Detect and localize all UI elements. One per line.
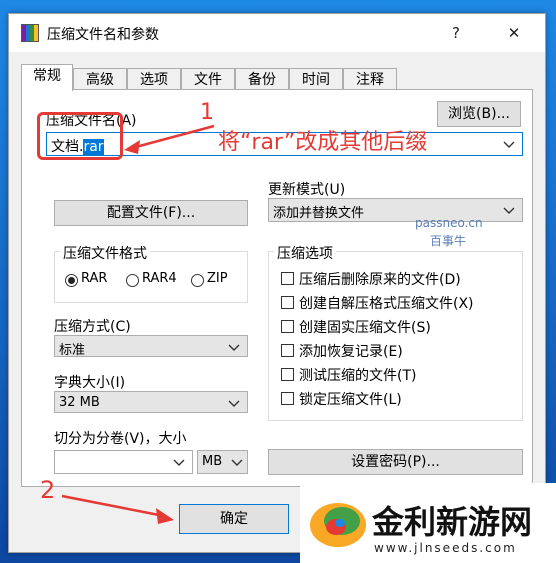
site-logo-text: 金利新游网 <box>372 503 533 541</box>
update-mode-value: 添加并替换文件 <box>273 206 365 221</box>
format-group-title: 压缩文件格式 <box>60 243 150 263</box>
tab-backup[interactable]: 备份 <box>235 68 289 90</box>
format-zip-radio[interactable] <box>191 274 204 287</box>
chevron-down-icon <box>231 459 243 466</box>
option-delete-after-label: 压缩后删除原来的文件(D) <box>299 272 461 288</box>
method-label: 压缩方式(C) <box>54 319 131 335</box>
annotation-number-1: 1 <box>200 100 214 125</box>
option-solid-checkbox[interactable] <box>281 320 294 333</box>
watermark-domain: passneo.cn <box>415 216 483 230</box>
site-logo-banner: 金利新游网 www.jlnseeds.com <box>300 483 556 563</box>
site-logo-icon <box>310 503 366 547</box>
chevron-down-icon <box>173 459 185 466</box>
option-recovery-checkbox[interactable] <box>281 344 294 357</box>
dialog-window: 压缩文件名和参数 ? ✕ 常规 高级 选项 文件 备份 时间 注释 压缩文件名(… <box>8 13 546 553</box>
option-test-checkbox[interactable] <box>281 368 294 381</box>
tab-general[interactable]: 常规 <box>21 64 73 91</box>
close-button[interactable]: ✕ <box>499 20 529 46</box>
chevron-down-icon <box>503 141 515 148</box>
browse-button[interactable]: 浏览(B)... <box>437 101 521 127</box>
chevron-down-icon <box>503 207 515 214</box>
chevron-down-icon <box>228 344 240 351</box>
site-logo-url: www.jlnseeds.com <box>374 541 517 555</box>
winrar-app-icon <box>21 24 39 42</box>
option-delete-after-checkbox[interactable] <box>281 272 294 285</box>
annotation-instruction: 将“rar”改成其他后缀 <box>218 130 428 155</box>
annotation-highlight-box <box>37 112 123 160</box>
format-rar4-radio[interactable] <box>126 274 139 287</box>
tab-comment[interactable]: 注释 <box>343 68 397 90</box>
option-lock-checkbox[interactable] <box>281 392 294 405</box>
window-title: 压缩文件名和参数 <box>47 27 159 43</box>
method-select[interactable]: 标准 <box>54 335 248 358</box>
tab-time[interactable]: 时间 <box>289 68 343 90</box>
method-value: 标准 <box>59 343 86 358</box>
watermark-brand: 百事牛 <box>430 234 467 248</box>
dict-size-value: 32 MB <box>59 395 100 410</box>
set-password-button[interactable]: 设置密码(P)... <box>268 449 523 475</box>
split-label: 切分为分卷(V)，大小 <box>54 431 187 447</box>
option-solid-label: 创建固实压缩文件(S) <box>299 320 431 336</box>
update-mode-label: 更新模式(U) <box>268 182 346 198</box>
update-mode-select[interactable]: 添加并替换文件 <box>268 198 523 222</box>
dict-size-select[interactable]: 32 MB <box>54 391 248 413</box>
option-recovery-label: 添加恢复记录(E) <box>299 344 403 360</box>
tab-advanced[interactable]: 高级 <box>73 68 127 90</box>
format-zip-label: ZIP <box>207 271 228 286</box>
format-rar-radio[interactable] <box>65 274 78 287</box>
format-rar4-label: RAR4 <box>142 271 177 286</box>
annotation-arrow-2-icon <box>61 494 174 524</box>
ok-button[interactable]: 确定 <box>179 504 289 534</box>
option-lock-label: 锁定压缩文件(L) <box>299 392 402 408</box>
format-rar-label: RAR <box>81 271 108 286</box>
option-sfx-label: 创建自解压格式压缩文件(X) <box>299 296 474 312</box>
tab-options[interactable]: 选项 <box>127 68 181 90</box>
option-sfx-checkbox[interactable] <box>281 296 294 309</box>
split-unit-value: MB <box>202 454 223 469</box>
split-size-input[interactable] <box>54 450 193 474</box>
title-bar: 压缩文件名和参数 ? ✕ <box>9 14 545 52</box>
help-button[interactable]: ? <box>441 20 471 46</box>
option-test-label: 测试压缩的文件(T) <box>299 368 417 384</box>
split-unit-select[interactable]: MB <box>197 450 248 474</box>
annotation-number-2: 2 <box>40 476 56 504</box>
options-group-title: 压缩选项 <box>274 243 336 263</box>
profile-button[interactable]: 配置文件(F)... <box>54 200 248 226</box>
chevron-down-icon <box>228 400 240 407</box>
tab-files[interactable]: 文件 <box>181 68 235 90</box>
dict-size-label: 字典大小(I) <box>54 375 126 391</box>
